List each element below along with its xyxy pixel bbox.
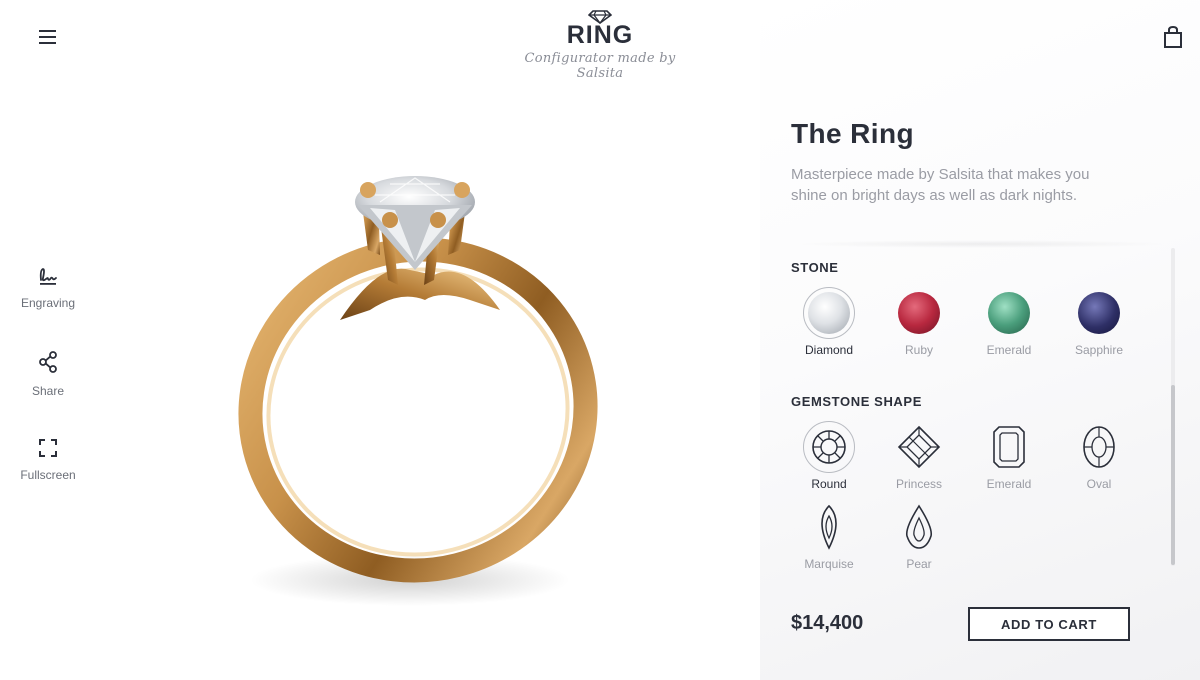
engraving-label: Engraving (20, 296, 76, 310)
shape-option-marquise[interactable]: Marquise (784, 501, 874, 571)
gemstone-shape-section-title: GEMSTONE SHAPE (791, 394, 922, 409)
stone-label-emerald: Emerald (986, 343, 1032, 357)
divider (790, 240, 1170, 248)
shape-label-oval: Oval (1086, 477, 1112, 491)
marquise-cut-icon (821, 504, 837, 550)
emerald-gem-icon (988, 292, 1030, 334)
princess-cut-icon (897, 425, 941, 469)
stone-section-title: STONE (791, 260, 839, 275)
shopping-bag-icon[interactable] (1160, 24, 1186, 50)
stone-label-ruby: Ruby (904, 343, 933, 357)
shape-label-marquise: Marquise (804, 557, 854, 571)
fullscreen-button[interactable]: Fullscreen (8, 438, 88, 484)
shape-option-emerald[interactable]: Emerald (964, 421, 1054, 491)
stone-option-diamond[interactable]: Diamond (784, 287, 874, 357)
shape-option-oval[interactable]: Oval (1054, 421, 1144, 491)
engraving-signature-icon (39, 268, 57, 285)
share-label: Share (31, 384, 65, 398)
fullscreen-label: Fullscreen (20, 468, 76, 482)
diamond-gem-icon (808, 292, 850, 334)
oval-cut-icon (1083, 426, 1115, 468)
ruby-gem-icon (898, 292, 940, 334)
product-price: $14,400 (791, 612, 864, 634)
shape-label-pear: Pear (906, 557, 932, 571)
hamburger-menu-icon[interactable] (36, 26, 60, 48)
add-to-cart-button[interactable]: ADD TO CART (968, 607, 1130, 641)
sapphire-gem-icon (1078, 292, 1120, 334)
shape-label-round: Round (811, 477, 847, 491)
engraving-button[interactable]: Engraving (8, 266, 88, 312)
emerald-cut-icon (993, 426, 1025, 468)
shape-label-emerald: Emerald (986, 477, 1032, 491)
logo-tagline: Configurator made by Salsita (524, 51, 676, 81)
ring-image (238, 176, 598, 606)
fullscreen-icon (39, 439, 57, 457)
stone-option-emerald[interactable]: Emerald (964, 287, 1054, 357)
shape-option-pear[interactable]: Pear (874, 501, 964, 571)
stone-option-sapphire[interactable]: Sapphire (1054, 287, 1144, 357)
shape-option-princess[interactable]: Princess (874, 421, 964, 491)
round-cut-icon (812, 430, 846, 464)
logo-name: RING (566, 21, 634, 49)
stone-option-ruby[interactable]: Ruby (874, 287, 964, 357)
stone-label-diamond: Diamond (804, 343, 854, 357)
product-description: Masterpiece made by Salsita that makes y… (791, 166, 1090, 204)
shape-option-round[interactable]: Round (784, 421, 874, 491)
logo[interactable]: RING Configurator made by Salsita (500, 10, 700, 81)
share-icon (39, 351, 57, 373)
product-title: The Ring (791, 118, 914, 149)
shape-label-princess: Princess (895, 477, 942, 491)
share-button[interactable]: Share (8, 350, 88, 400)
stone-label-sapphire: Sapphire (1074, 343, 1124, 357)
pear-cut-icon (905, 504, 933, 549)
ring-3d-view[interactable] (220, 150, 620, 620)
options-scrollbar-thumb[interactable] (1171, 385, 1175, 565)
